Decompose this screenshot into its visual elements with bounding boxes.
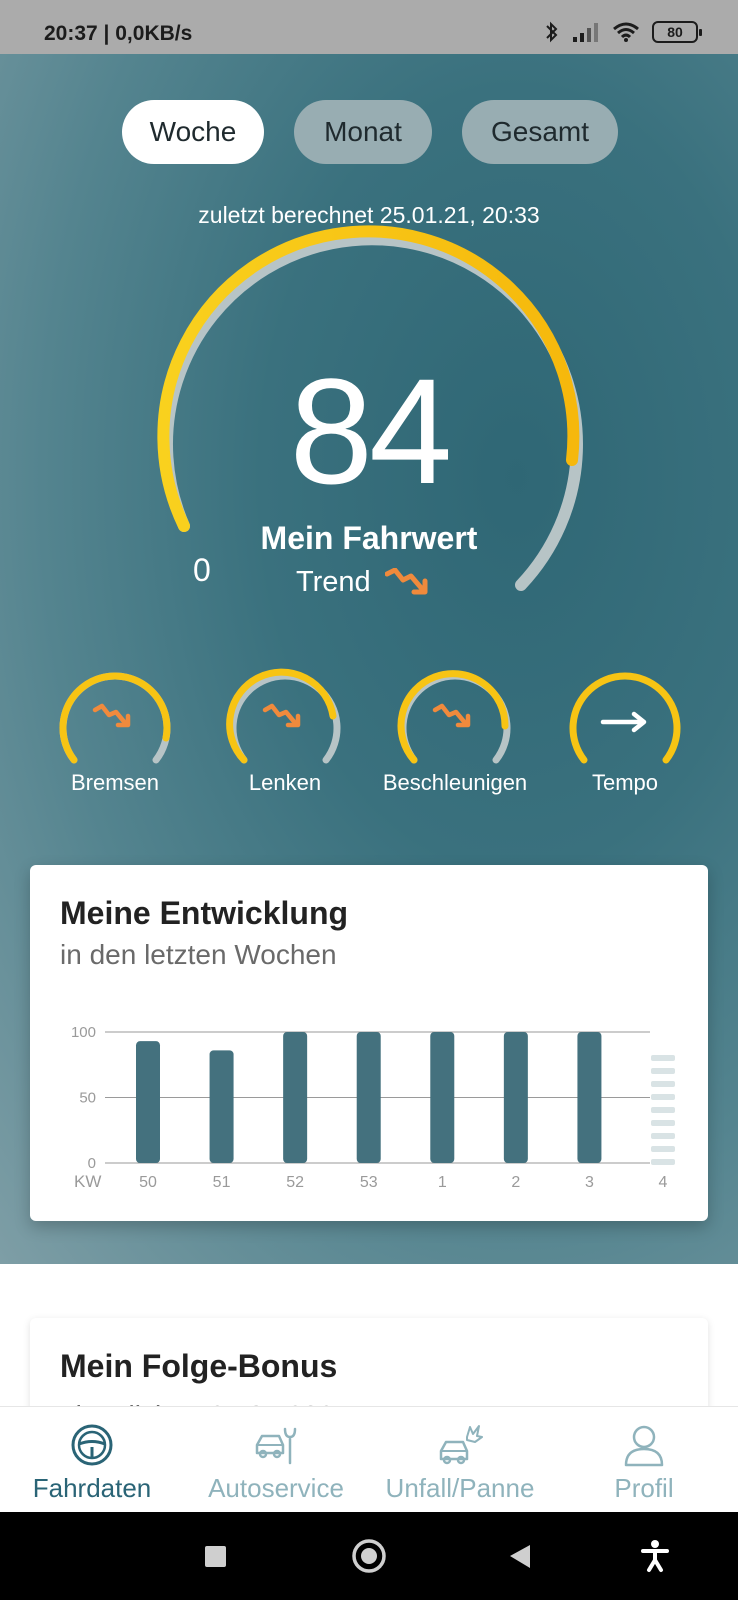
recents-button[interactable] bbox=[205, 1546, 226, 1567]
gauge-min-label: 0 bbox=[193, 552, 211, 588]
status-icons: 80 bbox=[544, 20, 702, 44]
chart-bar-segment bbox=[651, 1159, 675, 1165]
car-crash-icon bbox=[439, 1425, 483, 1465]
gauge-tempo-label: Tempo bbox=[591, 770, 659, 795]
chart-bar-segment bbox=[651, 1146, 675, 1152]
nav-fahrdaten-label: Fahrdaten bbox=[32, 1473, 152, 1503]
chart-bar bbox=[356, 1032, 381, 1163]
y-tick-label: 0 bbox=[88, 1155, 96, 1172]
chart-bar bbox=[503, 1032, 528, 1163]
chart-bar bbox=[430, 1032, 455, 1163]
trend-down-icon bbox=[384, 567, 428, 594]
chart-bar bbox=[209, 1050, 234, 1163]
trend-label: Trend bbox=[296, 566, 371, 598]
y-tick-label: 100 bbox=[71, 1024, 96, 1041]
bonus-title: Mein Folge-Bonus bbox=[60, 1348, 338, 1384]
accessibility-icon[interactable] bbox=[641, 1540, 669, 1572]
development-chart: 0 50 100 KW 50 51 52 53 1 2 3 4 bbox=[71, 1024, 675, 1191]
back-button[interactable] bbox=[510, 1545, 530, 1568]
x-tick-label: 3 bbox=[585, 1174, 594, 1191]
nav-unfall-panne[interactable]: Unfall/Panne bbox=[368, 1407, 552, 1513]
car-wrench-icon bbox=[255, 1427, 297, 1465]
x-tick-label: 52 bbox=[286, 1174, 304, 1191]
chart-bar-segment bbox=[651, 1068, 675, 1074]
x-tick-label: 2 bbox=[511, 1174, 520, 1191]
x-tick-label: 51 bbox=[213, 1174, 231, 1191]
nav-unfall-panne-label: Unfall/Panne bbox=[385, 1473, 535, 1503]
signal-icon bbox=[573, 23, 598, 42]
chart-bar-segment bbox=[651, 1133, 675, 1139]
wifi-icon bbox=[613, 22, 639, 42]
home-button[interactable] bbox=[352, 1539, 386, 1573]
x-tick-label: 1 bbox=[438, 1174, 447, 1191]
trend-down-icon bbox=[262, 703, 301, 728]
score-title: Mein Fahrwert bbox=[260, 520, 478, 556]
gauge-bremsen-label: Bremsen bbox=[70, 770, 160, 795]
status-time: 20:37 | 0,0KB/s bbox=[44, 22, 193, 45]
bluetooth-icon bbox=[546, 21, 558, 43]
x-tick-label: 4 bbox=[659, 1174, 668, 1191]
chart-bar-segment bbox=[651, 1081, 675, 1087]
nav-fahrdaten[interactable]: Fahrdaten bbox=[0, 1407, 184, 1513]
x-tick-label: 50 bbox=[139, 1174, 157, 1191]
chart-bar-provisional bbox=[651, 1055, 675, 1165]
chart-bar-segment bbox=[651, 1055, 675, 1061]
y-tick-label: 50 bbox=[79, 1090, 96, 1107]
nav-autoservice[interactable]: Autoservice bbox=[184, 1407, 368, 1513]
chart-bar-segment bbox=[651, 1094, 675, 1100]
score-value: 84 bbox=[289, 347, 453, 515]
chart-bar bbox=[283, 1032, 308, 1163]
nav-profil[interactable]: Profil bbox=[552, 1407, 736, 1513]
nav-autoservice-label: Autoservice bbox=[208, 1473, 344, 1503]
gauge-beschleunigen-label: Beschleunigen bbox=[382, 770, 528, 795]
chart-bar bbox=[136, 1041, 160, 1163]
arrow-right-icon bbox=[600, 711, 647, 733]
trend-down-icon bbox=[432, 703, 471, 728]
mini-gauge-fill bbox=[569, 672, 681, 764]
development-card[interactable]: Meine Entwicklung in den letzten Wochen … bbox=[30, 865, 708, 1221]
steering-wheel-icon bbox=[71, 1424, 113, 1466]
nav-profil-label: Profil bbox=[614, 1473, 674, 1503]
mini-gauge-fill bbox=[59, 672, 171, 764]
chart-bar bbox=[577, 1032, 602, 1163]
x-axis-label: KW bbox=[74, 1172, 101, 1191]
x-tick-label: 53 bbox=[360, 1174, 378, 1191]
trend-indicator: Trend bbox=[296, 566, 431, 599]
chart-bar-segment bbox=[651, 1120, 675, 1126]
person-icon bbox=[624, 1425, 664, 1467]
battery-icon: 80 bbox=[652, 21, 702, 43]
system-navigation-bar bbox=[0, 1512, 738, 1600]
gauge-lenken-label: Lenken bbox=[248, 770, 322, 795]
status-bar: 20:37 | 0,0KB/s 80 bbox=[0, 0, 738, 54]
mini-gauge-fill bbox=[397, 670, 509, 764]
bottom-navigation: Fahrdaten Autoservice Unfall/Panne Profi… bbox=[0, 1406, 738, 1512]
trend-down-icon bbox=[92, 703, 131, 728]
battery-level: 80 bbox=[667, 24, 683, 40]
chart-bar-segment bbox=[651, 1107, 675, 1113]
